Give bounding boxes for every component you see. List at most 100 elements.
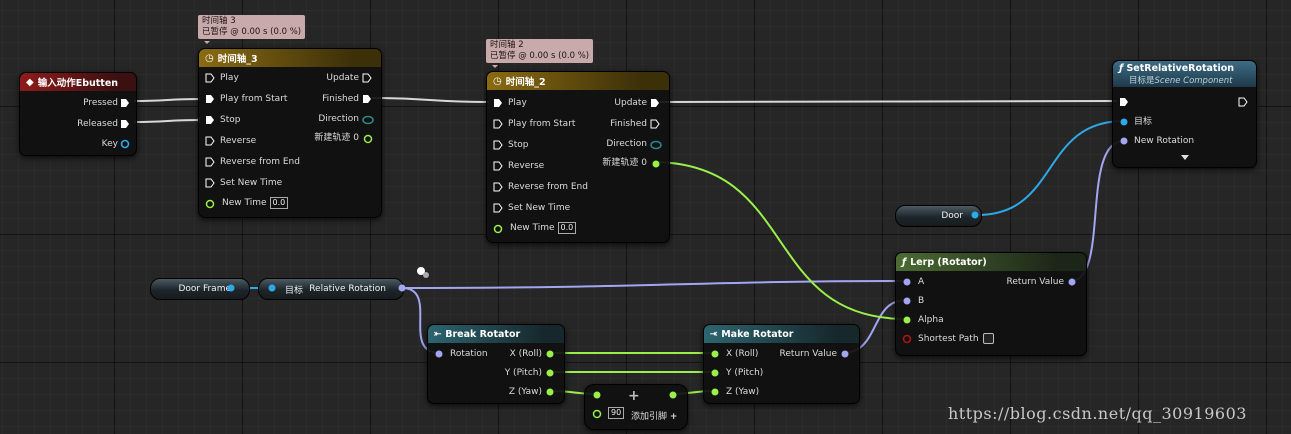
wire-update-setrot bbox=[659, 100, 1118, 103]
get-relative-rotation-pin-icons bbox=[268, 284, 406, 292]
make-y-pin[interactable]: Y (Pitch) bbox=[726, 367, 763, 379]
timeline3-new-time-pin[interactable]: New Time 0.0 bbox=[222, 197, 289, 209]
door-variable[interactable]: Door bbox=[895, 205, 982, 227]
timeline2-play-from-start-pin[interactable]: Play from Start bbox=[508, 118, 575, 130]
add-float-node[interactable]: + 90 添加引脚 + bbox=[584, 384, 688, 430]
set-rotation-new-rotation-pin[interactable]: New Rotation bbox=[1134, 135, 1194, 147]
input-action-node[interactable]: ◆ 输入动作Ebutten Pressed Released Key bbox=[19, 72, 137, 156]
timeline2-input-pin-icons bbox=[493, 99, 503, 234]
lerp-alpha-pin[interactable]: Alpha bbox=[918, 314, 944, 326]
add-pin-button[interactable]: 添加引脚 + bbox=[631, 411, 677, 423]
wire-track-alpha bbox=[651, 161, 907, 320]
set-relative-rotation-header: ƒ SetRelativeRotation 目标是Scene Component bbox=[1113, 61, 1256, 87]
timeline3-stop-pin[interactable]: Stop bbox=[220, 114, 240, 126]
set-relative-rotation-pin-icons bbox=[1120, 97, 1248, 160]
timeline2-new-time-pin[interactable]: New Time 0.0 bbox=[510, 222, 577, 234]
timeline3-new-time-field[interactable]: 0.0 bbox=[269, 197, 289, 209]
wire-released-stop bbox=[133, 119, 201, 123]
timeline2-play-pin[interactable]: Play bbox=[508, 97, 527, 109]
input-action-title: 输入动作Ebutten bbox=[37, 78, 119, 89]
timeline3-reverse-from-end-pin[interactable]: Reverse from End bbox=[220, 156, 300, 168]
set-relative-rotation-title: SetRelativeRotation bbox=[1126, 62, 1235, 74]
timeline2-node[interactable]: ◷ 时间轴_2 Play Play from Start Stop Revers… bbox=[486, 71, 670, 243]
timeline2-caption-name: 时间轴 2 bbox=[490, 40, 524, 50]
key-pin[interactable]: Key bbox=[102, 138, 118, 150]
door-variable-label: Door bbox=[941, 211, 963, 221]
timeline2-header: ◷ 时间轴_2 bbox=[487, 72, 669, 90]
timeline2-caption-status: 已暂停 @ 0.00 s (0.0 %) bbox=[490, 51, 590, 61]
break-struct-icon: ⤜ bbox=[434, 329, 442, 339]
timeline3-set-new-time-pin[interactable]: Set New Time bbox=[220, 177, 282, 189]
break-z-pin[interactable]: Z (Yaw) bbox=[509, 386, 542, 398]
wire-finished-play bbox=[371, 97, 490, 103]
timeline2-new-time-field[interactable]: 0.0 bbox=[557, 222, 577, 234]
lerp-return-value-pin[interactable]: Return Value bbox=[1007, 276, 1064, 288]
timeline3-input-pin-icons bbox=[205, 73, 215, 209]
lerp-shortest-path-label: Shortest Path bbox=[918, 334, 979, 344]
timeline2-reverse-pin[interactable]: Reverse bbox=[508, 160, 544, 172]
set-rotation-target-pin[interactable]: 目标 bbox=[1134, 116, 1152, 128]
add-pin-label: 添加引脚 bbox=[631, 412, 668, 422]
break-rotation-pin[interactable]: Rotation bbox=[450, 348, 488, 360]
break-rotator-header: ⤜ Break Rotator bbox=[428, 325, 564, 343]
set-relative-rotation-subtitle: 目标是Scene Component bbox=[1119, 74, 1232, 86]
door-frame-variable-label: Door Frame bbox=[178, 284, 231, 294]
make-z-pin[interactable]: Z (Yaw) bbox=[726, 386, 759, 398]
break-rotator-node[interactable]: ⤜ Break Rotator Rotation X (Roll) Y (Pit… bbox=[427, 324, 565, 404]
clock-icon: ◷ bbox=[493, 75, 502, 87]
break-y-pin[interactable]: Y (Pitch) bbox=[505, 367, 542, 379]
timeline3-track-pin[interactable]: 新建轨迹 0 bbox=[314, 132, 359, 144]
released-pin[interactable]: Released bbox=[77, 118, 118, 130]
make-struct-icon: ⤛ bbox=[710, 329, 718, 339]
timeline2-track-pin[interactable]: 新建轨迹 0 bbox=[602, 157, 647, 169]
add-pin-plus-icon: + bbox=[669, 412, 678, 422]
break-rotator-title: Break Rotator bbox=[445, 328, 521, 340]
function-icon: ƒ bbox=[902, 256, 907, 268]
timeline3-node[interactable]: ◷ 时间轴_3 Play Play from Start Stop Revers… bbox=[198, 48, 382, 218]
timeline3-play-pin[interactable]: Play bbox=[220, 72, 239, 84]
timeline2-stop-pin[interactable]: Stop bbox=[508, 139, 528, 151]
timeline3-output-pin-icons bbox=[362, 73, 374, 144]
clock-icon: ◷ bbox=[205, 52, 214, 64]
shortest-path-checkbox[interactable] bbox=[982, 333, 994, 344]
timeline2-title: 时间轴_2 bbox=[505, 77, 546, 88]
make-x-pin[interactable]: X (Roll) bbox=[726, 348, 758, 360]
reroute-knot-icon bbox=[417, 267, 429, 278]
make-return-value-pin[interactable]: Return Value bbox=[780, 348, 837, 360]
timeline3-title: 时间轴_3 bbox=[217, 54, 258, 65]
make-rotator-title: Make Rotator bbox=[721, 328, 794, 340]
timeline2-set-new-time-pin[interactable]: Set New Time bbox=[508, 202, 570, 214]
add-plus-icon: + bbox=[628, 388, 640, 404]
make-rotator-node[interactable]: ⤛ Make Rotator X (Roll) Y (Pitch) Z (Yaw… bbox=[703, 324, 860, 404]
lerp-rotator-node[interactable]: ƒ Lerp (Rotator) A B Alpha Shortest Path… bbox=[895, 252, 1087, 356]
pressed-pin[interactable]: Pressed bbox=[83, 97, 118, 109]
timeline3-update-pin[interactable]: Update bbox=[326, 72, 359, 84]
timeline2-update-pin[interactable]: Update bbox=[614, 97, 647, 109]
set-relative-rotation-subtitle-target: Scene Component bbox=[1154, 75, 1233, 86]
break-x-pin[interactable]: X (Roll) bbox=[510, 348, 542, 360]
set-relative-rotation-node[interactable]: ƒ SetRelativeRotation 目标是Scene Component… bbox=[1112, 60, 1257, 168]
wire-relrot-a bbox=[401, 280, 907, 289]
timeline3-header: ◷ 时间轴_3 bbox=[199, 49, 381, 67]
lerp-b-pin[interactable]: B bbox=[918, 295, 924, 307]
lerp-shortest-path-pin[interactable]: Shortest Path bbox=[918, 333, 994, 345]
timeline3-play-from-start-pin[interactable]: Play from Start bbox=[220, 93, 287, 105]
door-output-pin-icon bbox=[971, 211, 979, 219]
timeline2-reverse-from-end-pin[interactable]: Reverse from End bbox=[508, 181, 588, 193]
timeline3-reverse-pin[interactable]: Reverse bbox=[220, 135, 256, 147]
timeline2-finished-pin[interactable]: Finished bbox=[610, 118, 647, 130]
lerp-header: ƒ Lerp (Rotator) bbox=[896, 253, 1086, 271]
add-value-field[interactable]: 90 bbox=[608, 407, 625, 419]
lerp-a-pin[interactable]: A bbox=[918, 276, 924, 288]
timeline3-caption-status: 已暂停 @ 0.00 s (0.0 %) bbox=[202, 27, 302, 37]
timeline3-caption-name: 时间轴 3 bbox=[202, 16, 236, 26]
timeline2-direction-pin[interactable]: Direction bbox=[606, 138, 647, 150]
timeline3-caption: 时间轴 3 已暂停 @ 0.00 s (0.0 %) bbox=[198, 15, 306, 44]
timeline3-finished-pin[interactable]: Finished bbox=[322, 93, 359, 105]
timeline3-direction-pin[interactable]: Direction bbox=[318, 113, 359, 125]
diamond-icon: ◆ bbox=[26, 76, 34, 88]
timeline2-output-pin-icons bbox=[650, 99, 662, 168]
add-b-pin[interactable]: 90 bbox=[608, 407, 625, 419]
input-action-header: ◆ 输入动作Ebutten bbox=[20, 73, 136, 91]
function-icon: ƒ bbox=[1119, 62, 1124, 74]
